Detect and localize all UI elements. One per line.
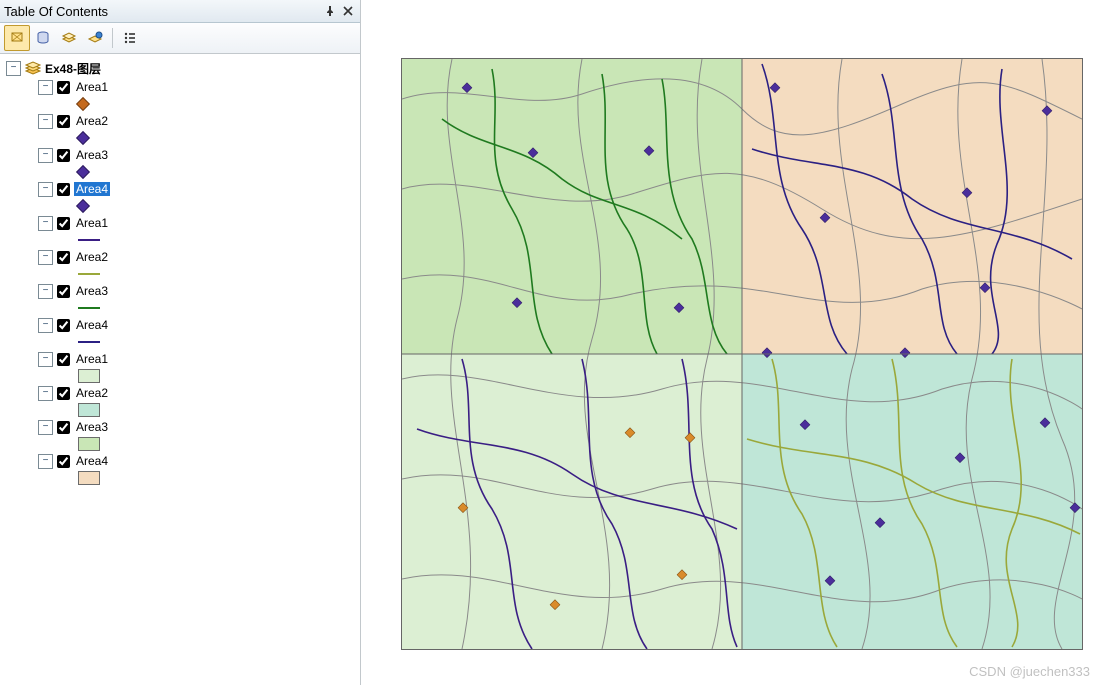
layer-label[interactable]: Area4 <box>74 318 110 332</box>
layer-visibility-checkbox[interactable] <box>57 183 70 196</box>
panel-title: Table Of Contents <box>4 4 108 19</box>
layer-label[interactable]: Area4 <box>74 182 110 196</box>
collapse-icon[interactable]: − <box>38 318 53 333</box>
collapse-icon[interactable]: − <box>38 386 53 401</box>
layer-visibility-checkbox[interactable] <box>57 319 70 332</box>
list-by-drawing-order-button[interactable] <box>4 25 30 51</box>
layer-visibility-checkbox[interactable] <box>57 387 70 400</box>
layer-label[interactable]: Area3 <box>74 148 110 162</box>
collapse-icon[interactable]: − <box>38 216 53 231</box>
layer-label[interactable]: Area1 <box>74 352 110 366</box>
layer-tree[interactable]: − Ex48-图层 − Area1 − Area2 − Area3 − Area4 − Area1… <box>0 54 360 685</box>
list-by-source-button[interactable] <box>30 25 56 51</box>
point-symbol-icon <box>76 97 90 111</box>
group-layer-icon <box>25 61 41 75</box>
collapse-icon[interactable]: − <box>6 61 21 76</box>
pin-icon[interactable] <box>322 3 338 19</box>
layer-label[interactable]: Area1 <box>74 216 110 230</box>
layer-visibility-checkbox[interactable] <box>57 149 70 162</box>
collapse-icon[interactable]: − <box>38 420 53 435</box>
panel-titlebar: Table Of Contents <box>0 0 360 23</box>
collapse-icon[interactable]: − <box>38 114 53 129</box>
layer-label[interactable]: Area2 <box>74 250 110 264</box>
toc-toolbar <box>0 23 360 54</box>
layer-visibility-checkbox[interactable] <box>57 455 70 468</box>
layer-visibility-checkbox[interactable] <box>57 251 70 264</box>
layer-label[interactable]: Area4 <box>74 454 110 468</box>
list-by-selection-button[interactable] <box>82 25 108 51</box>
layer-label[interactable]: Area3 <box>74 284 110 298</box>
polygon-symbol-icon <box>78 369 100 383</box>
toolbar-separator <box>112 28 113 48</box>
polygon-symbol-icon <box>78 403 100 417</box>
line-symbol-icon <box>78 239 100 241</box>
layer-visibility-checkbox[interactable] <box>57 421 70 434</box>
polygon-symbol-icon <box>78 437 100 451</box>
map-features <box>402 59 1082 649</box>
collapse-icon[interactable]: − <box>38 148 53 163</box>
point-symbol-icon <box>76 165 90 179</box>
collapse-icon[interactable]: − <box>38 352 53 367</box>
point-symbol-icon <box>76 199 90 213</box>
layer-label[interactable]: Area3 <box>74 420 110 434</box>
watermark: CSDN @juechen333 <box>969 664 1090 679</box>
list-by-visibility-button[interactable] <box>56 25 82 51</box>
options-button[interactable] <box>117 25 143 51</box>
layer-visibility-checkbox[interactable] <box>57 217 70 230</box>
collapse-icon[interactable]: − <box>38 80 53 95</box>
layer-visibility-checkbox[interactable] <box>57 115 70 128</box>
layer-visibility-checkbox[interactable] <box>57 353 70 366</box>
line-symbol-icon <box>78 341 100 343</box>
collapse-icon[interactable]: − <box>38 182 53 197</box>
toc-panel: Table Of Contents <box>0 0 361 685</box>
layer-label[interactable]: Area1 <box>74 80 110 94</box>
map-canvas[interactable] <box>401 58 1083 650</box>
collapse-icon[interactable]: − <box>38 250 53 265</box>
layer-visibility-checkbox[interactable] <box>57 285 70 298</box>
collapse-icon[interactable]: − <box>38 454 53 469</box>
map-view[interactable]: CSDN @juechen333 <box>361 0 1100 685</box>
root-layer-label[interactable]: Ex48-图层 <box>43 60 103 77</box>
layer-label[interactable]: Area2 <box>74 114 110 128</box>
line-symbol-icon <box>78 307 100 309</box>
layer-visibility-checkbox[interactable] <box>57 81 70 94</box>
polygon-symbol-icon <box>78 471 100 485</box>
collapse-icon[interactable]: − <box>38 284 53 299</box>
point-symbol-icon <box>76 131 90 145</box>
close-icon[interactable] <box>340 3 356 19</box>
line-symbol-icon <box>78 273 100 275</box>
layer-label[interactable]: Area2 <box>74 386 110 400</box>
